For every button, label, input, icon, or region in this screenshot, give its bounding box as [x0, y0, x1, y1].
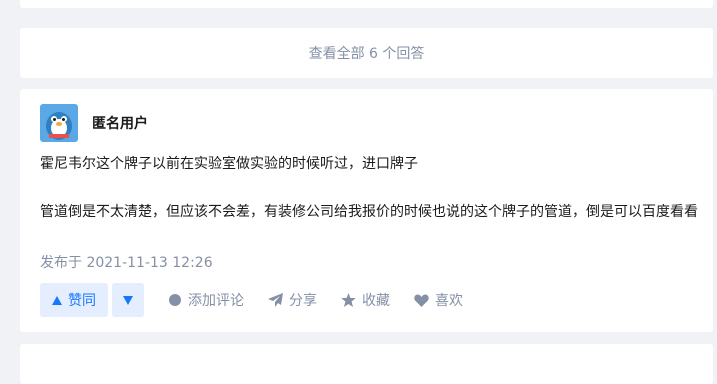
more-answers-card[interactable]: [20, 344, 713, 384]
like-button[interactable]: 喜欢: [414, 290, 463, 310]
upvote-label: 赞同: [68, 293, 96, 309]
anonymous-avatar-icon: [40, 104, 78, 142]
answer-paragraph: 管道倒是不太清楚，但应该不会差，有装修公司给我报价的时候也说的这个牌子的管道，倒…: [40, 204, 698, 220]
answer-card: 匿名用户 霍尼韦尔这个牌子以前在实验室做实验的时候听过，进口牌子 管道倒是不太清…: [20, 89, 713, 332]
downvote-icon: [123, 295, 133, 305]
downvote-button[interactable]: [112, 283, 144, 317]
share-icon: [268, 293, 283, 307]
author-name[interactable]: 匿名用户: [92, 113, 148, 133]
avatar[interactable]: [40, 104, 78, 142]
view-all-answers-link[interactable]: 查看全部 6 个回答: [20, 28, 713, 78]
view-all-label: 查看全部 6 个回答: [308, 46, 425, 62]
upvote-button[interactable]: 赞同: [40, 283, 108, 317]
answer-paragraph: 霍尼韦尔这个牌子以前在实验室做实验的时候听过，进口牌子: [40, 156, 418, 172]
heart-icon: [414, 294, 429, 307]
answer-content: 霍尼韦尔这个牌子以前在实验室做实验的时候听过，进口牌子 管道倒是不太清楚，但应该…: [40, 152, 700, 224]
favorite-button[interactable]: 收藏: [341, 290, 390, 310]
comment-icon: [169, 294, 181, 306]
answer-actions: 赞同 添加评论 分享 收藏 喜欢: [40, 283, 463, 317]
share-button[interactable]: 分享: [268, 290, 317, 310]
upvote-icon: [52, 295, 62, 305]
comment-label: 添加评论: [188, 293, 244, 309]
top-action-strip: [20, 0, 713, 8]
favorite-label: 收藏: [362, 293, 390, 309]
star-icon: [341, 293, 356, 307]
like-label: 喜欢: [435, 293, 463, 309]
publish-time: 发布于 2021-11-13 12:26: [40, 255, 213, 271]
share-label: 分享: [289, 293, 317, 309]
comment-button[interactable]: 添加评论: [168, 290, 244, 310]
